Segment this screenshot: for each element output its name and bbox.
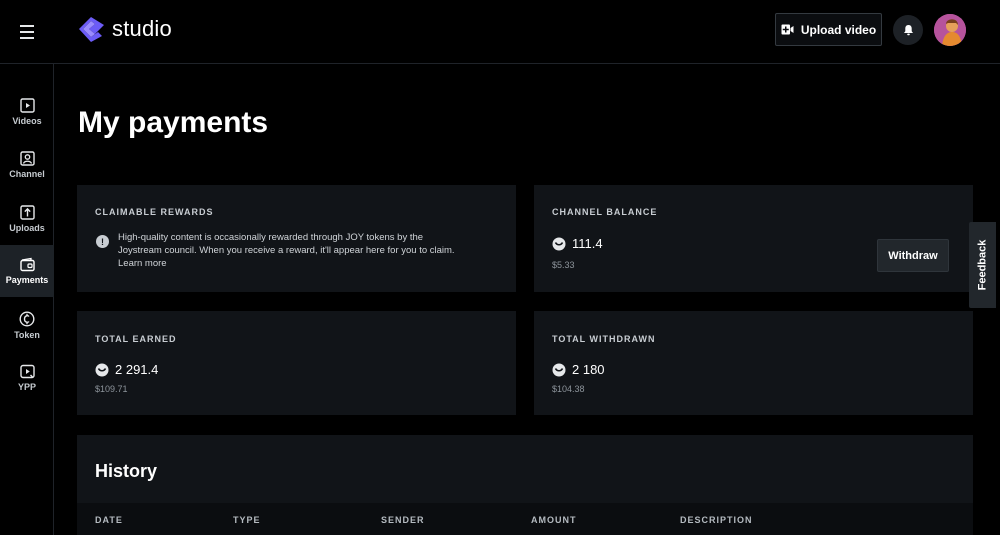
channel-balance-card: CHANNEL BALANCE 111.4 $5.33 Withdraw (534, 185, 973, 292)
claimable-description: High-quality content is occasionally rew… (118, 231, 463, 270)
total-withdrawn-card: TOTAL WITHDRAWN 2 180 $104.38 (534, 311, 973, 415)
top-bar: studio Upload video (0, 0, 1000, 64)
video-plus-icon (781, 24, 794, 35)
token-icon (19, 310, 35, 327)
sidebar-item-videos[interactable]: Videos (0, 86, 54, 138)
column-description[interactable]: DESCRIPTION (680, 515, 753, 525)
balance-usd: $5.33 (552, 260, 575, 270)
sidebar-item-label: Videos (12, 116, 42, 126)
card-title: TOTAL EARNED (95, 334, 177, 344)
sidebar-item-payments[interactable]: Payments (0, 245, 54, 297)
upload-video-label: Upload video (800, 22, 877, 37)
info-icon: ! (96, 235, 109, 248)
claimable-rewards-card: CLAIMABLE REWARDS ! High-quality content… (77, 185, 516, 292)
total-earned-card: TOTAL EARNED 2 291.4 $109.71 (77, 311, 516, 415)
sidebar-item-label: Payments (5, 275, 49, 285)
wallet-icon (19, 257, 35, 272)
sidebar-item-label: Uploads (9, 223, 45, 233)
avatar[interactable] (934, 14, 966, 46)
sidebar-item-label: Channel (9, 169, 45, 179)
sidebar-item-uploads[interactable]: Uploads (0, 193, 54, 245)
column-sender[interactable]: SENDER (381, 515, 425, 525)
feedback-label: Feedback (976, 239, 989, 291)
history-table-header: DATE TYPE SENDER AMOUNT DESCRIPTION (77, 503, 973, 535)
history-section: History DATE TYPE SENDER AMOUNT DESCRIPT… (77, 435, 973, 535)
upload-icon (19, 205, 35, 220)
earned-usd: $109.71 (95, 384, 128, 394)
balance-amount-row: 111.4 (552, 236, 603, 251)
logo-text: studio (112, 16, 172, 41)
sidebar-item-label: Token (14, 329, 40, 340)
learn-more-link[interactable]: Learn more (118, 257, 463, 270)
column-date[interactable]: DATE (95, 515, 123, 525)
balance-amount: 111.4 (572, 236, 603, 251)
joy-token-icon (552, 363, 566, 376)
claimable-text: High-quality content is occasionally rew… (118, 232, 455, 256)
column-amount[interactable]: AMOUNT (531, 515, 577, 525)
withdrawn-amount-row: 2 180 (552, 362, 605, 377)
notifications-button[interactable] (893, 15, 923, 45)
card-title: CHANNEL BALANCE (552, 207, 658, 217)
sidebar-item-token[interactable]: Token (0, 299, 54, 351)
joy-token-icon (552, 237, 566, 250)
avatar-image-icon (934, 14, 966, 46)
card-title: TOTAL WITHDRAWN (552, 334, 656, 344)
ypp-icon (19, 364, 35, 379)
bell-icon (903, 25, 913, 36)
joystream-logo-icon (79, 17, 104, 42)
sidebar-item-channel[interactable]: Channel (0, 139, 54, 191)
upload-video-button[interactable]: Upload video (775, 13, 882, 46)
sidebar-item-ypp[interactable]: YPP (0, 352, 54, 404)
channel-icon (19, 151, 35, 166)
withdrawn-amount: 2 180 (572, 362, 605, 377)
column-type[interactable]: TYPE (233, 515, 261, 525)
withdrawn-usd: $104.38 (552, 384, 585, 394)
card-title: CLAIMABLE REWARDS (95, 207, 214, 217)
withdraw-button[interactable]: Withdraw (877, 239, 949, 272)
studio-logo[interactable]: studio (76, 15, 172, 43)
page-title: My payments (78, 106, 269, 139)
feedback-tab[interactable]: Feedback (969, 222, 996, 308)
history-title: History (95, 461, 158, 481)
earned-amount: 2 291.4 (115, 362, 159, 377)
video-icon (19, 98, 35, 113)
joy-token-icon (95, 363, 109, 376)
menu-icon[interactable] (14, 20, 40, 44)
sidebar-item-label: YPP (17, 382, 36, 392)
earned-amount-row: 2 291.4 (95, 362, 158, 377)
sidebar: Videos Channel Uploads Payments Token YP… (0, 64, 54, 535)
